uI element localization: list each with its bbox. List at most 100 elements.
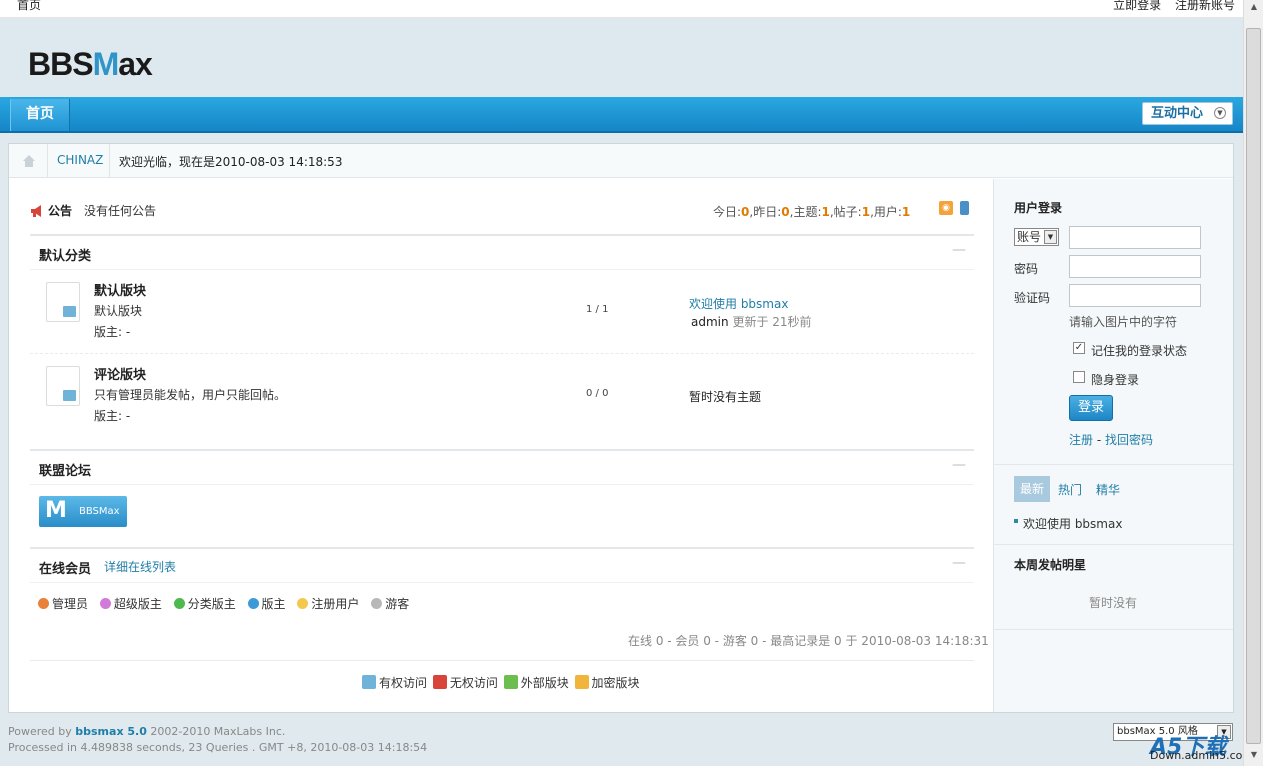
tab-hot[interactable]: 热门 xyxy=(1058,481,1082,498)
megaphone-icon xyxy=(31,205,41,217)
last-post-info: admin 更新于 21秒前 xyxy=(691,313,812,330)
notice-label: 公告 xyxy=(48,204,73,218)
no-topics-text: 暂时没有主题 xyxy=(689,390,762,404)
vertical-scrollbar[interactable]: ▲ ▼ xyxy=(1243,0,1263,766)
forum-allowed-icon xyxy=(362,675,376,689)
access-legend: 有权访问 无权访问 外部版块 加密版块 xyxy=(362,674,642,691)
scroll-up-icon[interactable]: ▲ xyxy=(1247,2,1261,16)
account-input[interactable] xyxy=(1069,226,1201,249)
top-account-links: 立即登录 注册新账号 xyxy=(1103,0,1235,13)
online-stats: 在线 0 - 会员 0 - 游客 0 - 最高记录是 0 于 2010-08-0… xyxy=(628,634,989,648)
legend-guest: 游客 xyxy=(371,595,409,612)
bullet-icon xyxy=(1014,519,1018,523)
remember-label: 记住我的登录状态 xyxy=(1091,344,1188,358)
stat-topics: 1 xyxy=(821,205,830,219)
forum-topic-post-count: 0 / 0 xyxy=(586,388,609,399)
legend-super-moderator: 超级版主 xyxy=(99,595,162,612)
forum-status-icon xyxy=(46,366,80,406)
breadcrumb-site-link[interactable]: CHINAZ xyxy=(57,153,103,167)
legend-access-denied: 无权访问 xyxy=(432,675,498,690)
scroll-down-icon[interactable]: ▼ xyxy=(1247,750,1261,764)
last-post-user[interactable]: admin xyxy=(691,315,729,329)
nav-bar xyxy=(0,97,1243,133)
divider xyxy=(30,660,974,661)
login-link[interactable]: 立即登录 xyxy=(1113,0,1161,12)
collapse-icon[interactable]: — xyxy=(952,242,966,258)
captcha-input[interactable] xyxy=(1069,284,1201,307)
top-bar: 首页 立即登录 注册新账号 xyxy=(0,0,1243,18)
breadcrumb: CHINAZ 欢迎光临，现在是2010-08-03 14:18:53 xyxy=(9,144,1233,178)
star-empty-text: 暂时没有 xyxy=(1089,596,1138,610)
interact-center-label: 互动中心 xyxy=(1151,106,1204,121)
rss-icon[interactable]: ◉ xyxy=(939,201,953,215)
forum-topic-post-count: 1 / 1 xyxy=(586,304,609,315)
account-type-select[interactable]: 账号 ▼ xyxy=(1014,228,1059,246)
legend-admin: 管理员 xyxy=(38,595,88,612)
site-stats: 今日:0,昨日:0,主题:1,帖子:1,用户:1 xyxy=(713,205,911,219)
moderator-icon xyxy=(247,598,259,609)
divider xyxy=(994,629,1233,630)
category-title: 在线会员 xyxy=(39,562,92,577)
legend-access-allowed: 有权访问 xyxy=(362,675,427,690)
recover-password-link[interactable]: 找回密码 xyxy=(1105,433,1153,447)
admin-icon xyxy=(38,598,49,609)
last-post-link[interactable]: 欢迎使用 bbsmax xyxy=(689,295,788,312)
welcome-text: 欢迎光临，现在是2010-08-03 14:18:53 xyxy=(119,155,343,169)
remember-checkbox[interactable]: ✓ xyxy=(1073,342,1085,354)
top-home-link[interactable]: 首页 xyxy=(17,0,41,13)
forum-description: 只有管理员能发帖，用户只能回帖。 xyxy=(94,388,287,402)
chevron-down-icon: ▼ xyxy=(1214,107,1226,119)
forum-description: 默认版块 xyxy=(94,304,143,318)
collapse-icon[interactable]: — xyxy=(952,457,966,473)
forum-row: 评论版块 只有管理员能发帖，用户只能回帖。 版主: - 0 / 0 暂时没有主题 xyxy=(30,354,974,438)
home-icon[interactable] xyxy=(21,153,37,169)
legend-category-moderator: 分类版主 xyxy=(173,595,236,612)
interact-center-dropdown[interactable]: 互动中心 ▼ xyxy=(1142,102,1233,125)
alliance-bbsmax-logo[interactable]: M BBSMax xyxy=(39,496,127,527)
star-title: 本周发帖明星 xyxy=(1014,558,1087,572)
online-list-link[interactable]: 详细在线列表 xyxy=(104,558,176,575)
stat-posts: 1 xyxy=(861,205,871,219)
header xyxy=(0,18,1243,98)
category-moderator-icon xyxy=(173,598,185,609)
forum-moderator: 版主: - xyxy=(94,325,131,339)
collapse-icon[interactable]: — xyxy=(952,555,966,571)
forum-name-link[interactable]: 评论版块 xyxy=(94,364,146,383)
forum-status-icon xyxy=(46,282,80,322)
password-input[interactable] xyxy=(1069,255,1201,278)
login-title: 用户登录 xyxy=(1014,201,1063,215)
legend-encrypted-forum: 加密版块 xyxy=(574,675,640,690)
last-post-time: 更新于 21秒前 xyxy=(732,315,812,329)
register-link[interactable]: 注册 xyxy=(1069,433,1093,447)
chevron-down-icon: ▼ xyxy=(1044,230,1057,244)
invisible-login-checkbox[interactable] xyxy=(1073,371,1085,383)
stat-users: 1 xyxy=(901,205,911,219)
latest-post-link[interactable]: 欢迎使用 bbsmax xyxy=(1023,515,1122,532)
category-title: 联盟论坛 xyxy=(39,464,92,479)
tab-latest[interactable]: 最新 xyxy=(1014,476,1050,502)
member-role-legend: 管理员 超级版主 分类版主 版主 注册用户 游客 xyxy=(38,595,417,612)
processed-info: Processed in 4.489838 seconds, 23 Querie… xyxy=(8,741,428,754)
legend-moderator: 版主 xyxy=(247,595,286,612)
bbsmax-link[interactable]: bbsmax 5.0 xyxy=(75,725,147,738)
category-header-alliance: 联盟论坛 — xyxy=(30,449,974,485)
notice-text: 没有任何公告 xyxy=(84,204,157,218)
powered-by: Powered by bbsmax 5.0 2002-2010 MaxLabs … xyxy=(8,725,286,738)
tab-best[interactable]: 精华 xyxy=(1096,481,1120,498)
lock-icon xyxy=(574,675,589,689)
super-moderator-icon xyxy=(99,598,111,609)
scroll-thumb[interactable] xyxy=(1246,28,1261,744)
login-button[interactable]: 登录 xyxy=(1069,395,1113,421)
mobile-icon[interactable] xyxy=(960,201,969,215)
legend-registered-user: 注册用户 xyxy=(297,595,359,612)
watermark-url: Down.admin5.com xyxy=(1150,749,1254,762)
category-header-default: 默认分类 — xyxy=(30,234,974,270)
invisible-login-label: 隐身登录 xyxy=(1091,373,1140,387)
password-label: 密码 xyxy=(1014,262,1039,276)
register-link[interactable]: 注册新账号 xyxy=(1175,0,1235,12)
site-logo[interactable]: BBSMax xyxy=(28,46,153,83)
nav-tab-home[interactable]: 首页 xyxy=(10,99,70,131)
login-links: 注册 - 找回密码 xyxy=(1069,433,1153,447)
forum-name-link[interactable]: 默认版块 xyxy=(94,280,146,299)
divider xyxy=(994,464,1233,465)
